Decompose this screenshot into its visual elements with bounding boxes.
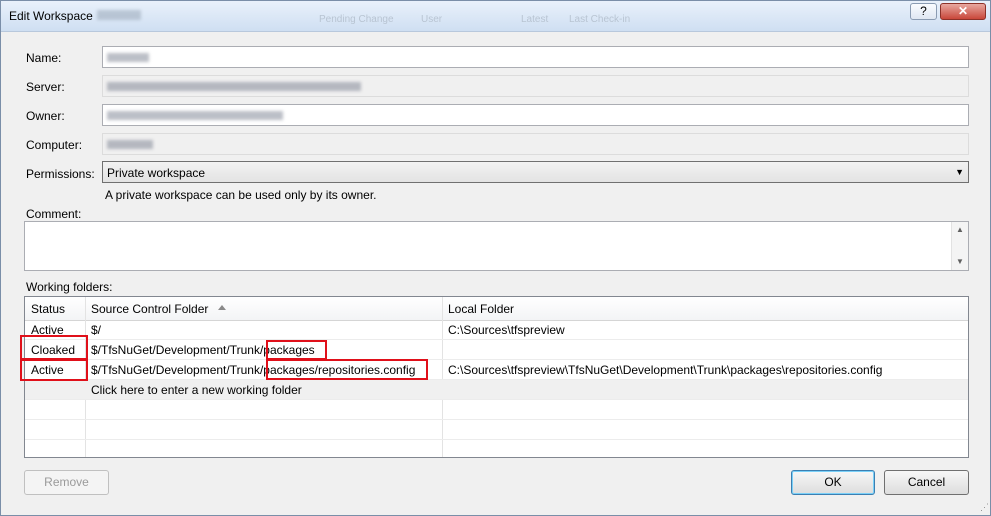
ok-button[interactable]: OK — [791, 470, 875, 495]
source-folder-cell: $/ — [91, 323, 102, 337]
server-field — [102, 75, 969, 97]
close-button[interactable]: ✕ — [940, 3, 986, 20]
comment-scrollbar[interactable]: ▲ ▼ — [951, 222, 968, 270]
table-row[interactable]: Cloaked $/TfsNuGet/Development/Trunk/pac… — [25, 340, 968, 360]
computer-label: Computer: — [26, 138, 83, 152]
cancel-button[interactable]: Cancel — [884, 470, 969, 495]
empty-row — [25, 420, 968, 440]
server-value-redacted — [107, 82, 361, 91]
highlight-box-repositories-config — [266, 359, 428, 380]
remove-button[interactable]: Remove — [24, 470, 109, 495]
owner-value-redacted — [107, 111, 283, 120]
background-tab: Latest — [521, 14, 549, 25]
highlight-box-active-status — [20, 359, 88, 381]
name-field[interactable] — [102, 46, 969, 68]
computer-value-redacted — [107, 140, 153, 149]
help-button[interactable]: ? — [910, 3, 937, 20]
server-label: Server: — [26, 80, 65, 94]
column-header-local-folder[interactable]: Local Folder — [448, 302, 514, 316]
permissions-dropdown[interactable]: Private workspace ▼ — [102, 161, 969, 183]
title-bar[interactable]: Edit Workspace Pending Change User Lates… — [1, 1, 990, 32]
name-value-redacted — [107, 53, 149, 62]
name-label: Name: — [26, 51, 62, 65]
grid-header: Status Source Control Folder Local Folde… — [25, 297, 968, 321]
help-icon: ? — [920, 4, 927, 18]
permissions-hint: A private workspace can be used only by … — [105, 188, 377, 202]
edit-workspace-dialog: Edit Workspace Pending Change User Lates… — [0, 0, 991, 516]
chevron-down-icon: ▼ — [955, 167, 964, 177]
table-row[interactable]: Active $/TfsNuGet/Development/Trunk/pack… — [25, 360, 968, 380]
empty-row — [25, 440, 968, 457]
scroll-up-icon[interactable]: ▲ — [956, 225, 964, 234]
computer-field — [102, 133, 969, 155]
working-folders-grid[interactable]: Status Source Control Folder Local Folde… — [24, 296, 969, 458]
comment-textarea[interactable]: ▲ ▼ — [24, 221, 969, 271]
local-folder-cell: C:\Sources\tfspreview\TfsNuGet\Developme… — [448, 363, 883, 377]
highlight-box-packages — [266, 340, 327, 360]
highlight-box-cloaked-status — [20, 335, 88, 360]
working-folders-label: Working folders: — [26, 280, 113, 294]
comment-label: Comment: — [26, 207, 82, 221]
local-folder-cell: C:\Sources\tfspreview — [448, 323, 565, 337]
owner-field[interactable] — [102, 104, 969, 126]
new-row[interactable]: Click here to enter a new working folder — [25, 380, 968, 400]
sort-ascending-icon — [218, 305, 226, 310]
background-tab: Pending Change — [319, 14, 394, 25]
background-tab: User — [421, 14, 443, 25]
scroll-down-icon[interactable]: ▼ — [956, 257, 964, 266]
close-icon: ✕ — [957, 4, 969, 18]
owner-label: Owner: — [26, 109, 65, 123]
column-header-source-control-folder[interactable]: Source Control Folder — [91, 302, 208, 316]
column-header-status[interactable]: Status — [31, 302, 65, 316]
permissions-label: Permissions: — [26, 167, 95, 181]
empty-row — [25, 400, 968, 420]
permissions-value: Private workspace — [107, 166, 206, 180]
new-working-folder-prompt[interactable]: Click here to enter a new working folder — [91, 383, 302, 397]
workspace-name-redacted — [97, 10, 141, 20]
resize-grip-icon[interactable]: ⋰ — [980, 502, 989, 513]
window-title: Edit Workspace — [9, 9, 93, 23]
table-row[interactable]: Active $/ C:\Sources\tfspreview — [25, 320, 968, 340]
background-tab: Last Check-in — [569, 14, 631, 25]
